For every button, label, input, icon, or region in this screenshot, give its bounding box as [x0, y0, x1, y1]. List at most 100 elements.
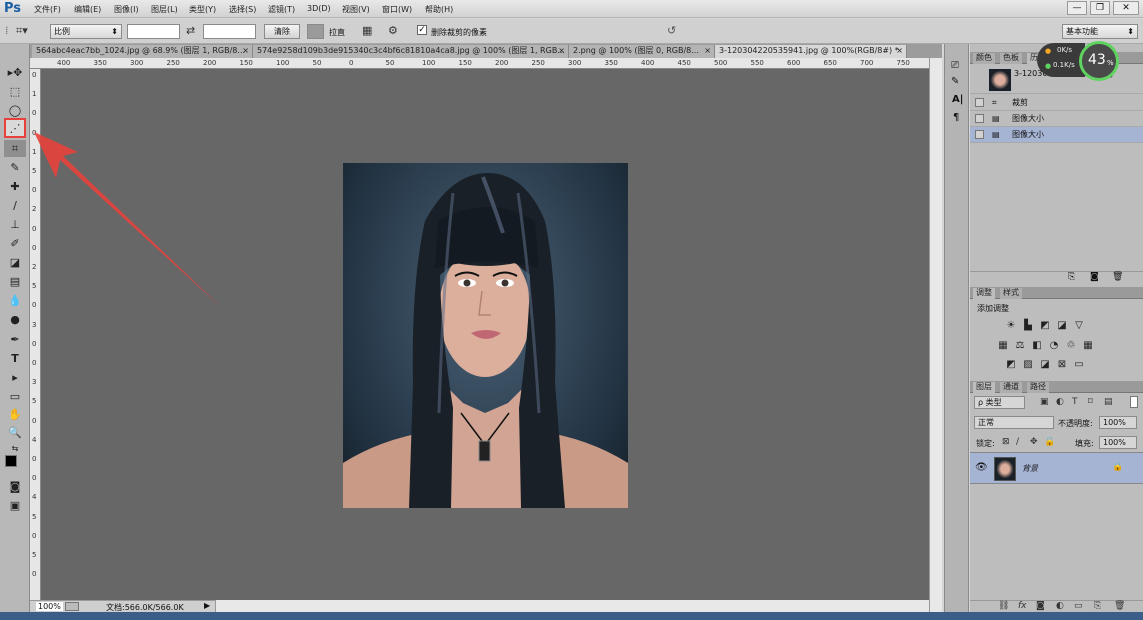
paragraph-panel-icon[interactable]: ¶ — [953, 112, 959, 123]
invert-icon[interactable]: ◩ — [1005, 359, 1017, 370]
lock-position-icon[interactable]: ✥ — [1030, 437, 1038, 447]
tab-close-icon[interactable]: × — [704, 45, 711, 57]
marquee-tool-icon[interactable]: ⬚ — [4, 83, 26, 100]
smart-object-filter-icon[interactable]: ▤ — [1104, 397, 1113, 407]
hand-tool-icon[interactable]: ✋ — [4, 406, 26, 423]
curves-icon[interactable]: ◩ — [1039, 320, 1051, 331]
blur-tool-icon[interactable]: 💧 — [4, 292, 26, 309]
selective-color-icon[interactable]: ⊠ — [1056, 359, 1068, 370]
lock-pixels-icon[interactable]: ∕ — [1016, 437, 1019, 447]
delete-cropped-checkbox[interactable]: ✓ — [417, 25, 427, 35]
shape-filter-icon[interactable]: ⌑ — [1088, 397, 1093, 407]
tab-close-icon[interactable]: × — [242, 45, 249, 57]
crop-tool-icon[interactable]: ⌗ — [4, 140, 26, 157]
posterize-icon[interactable]: ▨ — [1022, 359, 1034, 370]
straighten-icon[interactable] — [307, 24, 324, 39]
foreground-color-swatch[interactable] — [5, 455, 17, 467]
menu-filter[interactable]: 滤镜(T) — [268, 4, 295, 15]
hue-saturation-icon[interactable]: ▦ — [997, 340, 1009, 351]
lasso-tool-icon[interactable]: ◯ — [4, 102, 26, 119]
eyedropper-tool-icon[interactable]: ✎ — [4, 159, 26, 176]
history-item[interactable]: ▤ 图像大小 — [970, 111, 1143, 127]
rectangle-tool-icon[interactable]: ▭ — [4, 388, 26, 405]
new-adjustment-layer-icon[interactable]: ◐ — [1056, 601, 1064, 611]
gear-icon[interactable]: ⚙ — [388, 24, 398, 37]
path-selection-tool-icon[interactable]: ▸ — [4, 369, 26, 386]
fill-input[interactable]: 100% — [1099, 436, 1137, 449]
character-panel-icon[interactable]: A| — [952, 94, 963, 105]
opacity-input[interactable]: 100% — [1099, 416, 1137, 429]
history-item[interactable]: ⌗ 裁剪 — [970, 95, 1143, 111]
magic-wand-tool-icon[interactable]: ⋰ — [4, 118, 26, 138]
minimize-button[interactable]: — — [1067, 1, 1087, 15]
menu-window[interactable]: 窗口(W) — [382, 4, 412, 15]
screen-mode-icon[interactable]: ▣ — [4, 497, 26, 514]
new-document-from-state-icon[interactable]: ⎘ — [1068, 272, 1075, 282]
vertical-scrollbar[interactable] — [929, 58, 942, 612]
dodge-tool-icon[interactable]: ● — [4, 311, 26, 328]
tab-close-icon[interactable]: × — [896, 45, 903, 57]
width-input[interactable] — [127, 24, 180, 39]
history-item-selected[interactable]: ▤ 图像大小 — [970, 127, 1143, 143]
ratio-select[interactable]: 比例 ⬍ — [50, 24, 122, 39]
levels-icon[interactable]: ▙ — [1022, 320, 1034, 331]
menu-image[interactable]: 图像(I) — [114, 4, 139, 15]
lock-all-icon[interactable]: 🔒 — [1044, 437, 1055, 447]
restore-button[interactable]: ❐ — [1090, 1, 1110, 15]
tab-color[interactable]: 颜色 — [973, 53, 995, 64]
history-brush-tool-icon[interactable]: ✐ — [4, 235, 26, 252]
black-white-icon[interactable]: ◧ — [1031, 340, 1043, 351]
history-panel-icon[interactable]: ⎚ — [951, 60, 959, 71]
type-tool-icon[interactable]: T — [4, 350, 26, 367]
color-lookup-icon[interactable]: ▦ — [1082, 340, 1094, 351]
menu-view[interactable]: 视图(V) — [342, 4, 370, 15]
photo-filter-icon[interactable]: ◔ — [1048, 340, 1060, 351]
menu-help[interactable]: 帮助(H) — [425, 4, 453, 15]
menu-file[interactable]: 文件(F) — [34, 4, 61, 15]
status-menu-arrow-icon[interactable]: ▶ — [204, 601, 210, 610]
menu-layer[interactable]: 图层(L) — [151, 4, 178, 15]
fx-icon[interactable]: fx — [1018, 601, 1027, 611]
gradient-tool-icon[interactable]: ▤ — [4, 273, 26, 290]
quick-mask-icon[interactable]: ◙ — [4, 478, 26, 495]
color-balance-icon[interactable]: ⚖ — [1014, 340, 1026, 351]
filter-toggle[interactable] — [1130, 396, 1138, 408]
new-layer-icon[interactable]: ⎘ — [1094, 601, 1101, 611]
brightness-icon[interactable]: ☀ — [1005, 320, 1017, 331]
tab-layers[interactable]: 图层 — [973, 382, 995, 393]
brush-tool-icon[interactable]: ∕ — [4, 197, 26, 214]
trash-icon[interactable]: 🗑 — [1112, 272, 1123, 282]
tab-swatches[interactable]: 色板 — [1000, 53, 1022, 64]
height-input[interactable] — [203, 24, 256, 39]
trash-icon[interactable]: 🗑 — [1114, 601, 1125, 611]
workspace-select[interactable]: 基本功能 ⬍ — [1062, 24, 1138, 39]
add-mask-icon[interactable]: ◙ — [1036, 601, 1045, 611]
preview-icon[interactable] — [65, 602, 79, 611]
tab-styles[interactable]: 样式 — [1000, 288, 1022, 299]
tab-document-1[interactable]: 564abc4eac7bb_1024.jpg @ 68.9% (图层 1, RG… — [32, 45, 253, 58]
type-filter-icon[interactable]: T — [1072, 397, 1078, 407]
horizontal-scrollbar[interactable] — [215, 600, 929, 612]
lock-transparent-icon[interactable]: ⊠ — [1002, 437, 1010, 447]
new-group-icon[interactable]: ▭ — [1074, 601, 1083, 611]
layer-name[interactable]: 背景 — [1022, 463, 1038, 474]
adjustment-filter-icon[interactable]: ◐ — [1056, 397, 1064, 407]
pixel-filter-icon[interactable]: ▣ — [1040, 397, 1049, 407]
tab-document-2[interactable]: 574e9258d109b3de915340c3c4bf6c81810a4ca8… — [253, 45, 569, 58]
reset-icon[interactable]: ↺ — [667, 24, 676, 37]
brush-panel-icon[interactable]: ✎ — [951, 76, 959, 87]
threshold-icon[interactable]: ◪ — [1039, 359, 1051, 370]
blend-mode-select[interactable]: 正常 — [974, 416, 1054, 429]
tab-document-3[interactable]: 2.png @ 100% (图层 0, RGB/8... × — [569, 45, 715, 58]
grid-overlay-icon[interactable]: ▦ — [362, 24, 372, 37]
tab-adjustments[interactable]: 调整 — [973, 288, 995, 299]
tab-close-icon[interactable]: × — [558, 45, 565, 57]
menu-edit[interactable]: 编辑(E) — [74, 4, 101, 15]
swap-icon[interactable]: ⇄ — [186, 24, 195, 37]
eye-icon[interactable]: 👁 — [975, 462, 988, 473]
close-window-button[interactable]: ✕ — [1113, 1, 1139, 15]
tab-paths[interactable]: 路径 — [1027, 382, 1049, 393]
crop-tool-preset-icon[interactable]: ⌗▾ — [16, 24, 28, 38]
tab-channels[interactable]: 通道 — [1000, 382, 1022, 393]
move-tool-icon[interactable]: ▸✥ — [4, 64, 26, 81]
